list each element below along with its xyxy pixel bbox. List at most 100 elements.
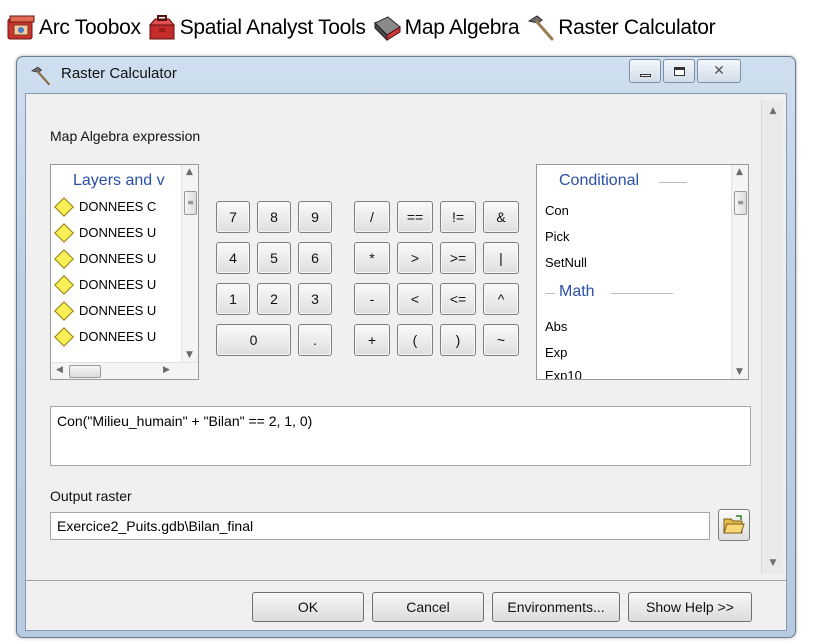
list-item[interactable]: DONNEES U xyxy=(53,222,156,243)
list-item[interactable]: DONNEES U xyxy=(53,274,156,295)
breadcrumb-label: Spatial Analyst Tools xyxy=(179,16,366,39)
key-5[interactable]: 5 xyxy=(257,242,291,274)
key-greater[interactable]: > xyxy=(397,242,433,274)
ok-button[interactable]: OK xyxy=(252,592,364,622)
expression-input[interactable]: Con("Milieu_humain" + "Bilan" == 2, 1, 0… xyxy=(50,406,751,466)
scroll-right-icon[interactable]: ▶ xyxy=(163,365,170,375)
minimize-button[interactable] xyxy=(629,59,661,83)
key-7[interactable]: 7 xyxy=(216,201,250,233)
breadcrumb-label: Arc Toobox xyxy=(39,16,141,39)
maximize-icon xyxy=(673,66,685,76)
key-not-equal[interactable]: != xyxy=(440,201,476,233)
key-plus[interactable]: + xyxy=(354,324,390,356)
key-2[interactable]: 2 xyxy=(257,283,291,315)
breadcrumb-item-map-algebra[interactable]: Map Algebra xyxy=(372,13,520,43)
scroll-thumb[interactable]: ≡ xyxy=(184,191,197,215)
hammer-icon xyxy=(30,66,50,86)
list-item[interactable]: DONNEES U xyxy=(53,326,156,347)
raster-layer-icon xyxy=(54,248,74,269)
close-icon: ✕ xyxy=(713,63,725,79)
key-open-paren[interactable]: ( xyxy=(397,324,433,356)
functions-group-header: Math xyxy=(559,283,595,300)
scroll-up-icon[interactable]: ▲ xyxy=(736,167,743,177)
cancel-button[interactable]: Cancel xyxy=(372,592,484,622)
window-title: Raster Calculator xyxy=(61,65,177,82)
raster-layer-icon xyxy=(54,300,74,321)
key-3[interactable]: 3 xyxy=(298,283,332,315)
group-separator xyxy=(611,293,673,294)
breadcrumb-item-arc-toolbox[interactable]: Arc Toobox xyxy=(6,13,141,43)
raster-layer-icon xyxy=(54,222,74,243)
show-help-button[interactable]: Show Help >> xyxy=(628,592,752,622)
list-item[interactable]: DONNEES U xyxy=(53,300,156,321)
key-4[interactable]: 4 xyxy=(216,242,250,274)
breadcrumb-item-raster-calculator[interactable]: Raster Calculator xyxy=(525,13,716,43)
minimize-icon xyxy=(639,74,651,77)
maximize-button[interactable] xyxy=(663,59,695,83)
key-or[interactable]: | xyxy=(483,242,519,274)
key-6[interactable]: 6 xyxy=(298,242,332,274)
dialog-vertical-scrollbar[interactable]: ▲ ▼ xyxy=(761,100,783,574)
raster-layer-icon xyxy=(54,326,74,347)
key-not[interactable]: ~ xyxy=(483,324,519,356)
close-button[interactable]: ✕ xyxy=(697,59,741,83)
scroll-down-icon[interactable]: ▼ xyxy=(186,350,193,360)
browse-button[interactable] xyxy=(718,509,750,541)
layers-list-header: Layers and v xyxy=(73,172,165,189)
key-less[interactable]: < xyxy=(397,283,433,315)
key-and[interactable]: & xyxy=(483,201,519,233)
toolbox-icon xyxy=(148,15,175,40)
key-1[interactable]: 1 xyxy=(216,283,250,315)
output-raster-input[interactable]: Exercice2_Puits.gdb\Bilan_final xyxy=(50,512,710,540)
key-divide[interactable]: / xyxy=(354,201,390,233)
key-less-equal[interactable]: <= xyxy=(440,283,476,315)
breadcrumb-label: Map Algebra xyxy=(404,16,520,39)
list-item[interactable]: Exp10 xyxy=(545,368,582,379)
arc-toolbox-icon xyxy=(7,15,35,40)
scroll-thumb[interactable] xyxy=(69,365,101,378)
list-item[interactable]: SetNull xyxy=(545,255,587,270)
output-raster-label: Output raster xyxy=(50,488,132,504)
group-separator xyxy=(545,293,555,294)
list-item[interactable]: Abs xyxy=(545,319,567,334)
layers-vertical-scrollbar[interactable]: ▲ ≡ ▼ xyxy=(181,165,198,362)
list-item[interactable]: Exp xyxy=(545,345,567,360)
key-equal[interactable]: == xyxy=(397,201,433,233)
functions-vertical-scrollbar[interactable]: ▲ ≡ ▼ xyxy=(731,165,748,379)
scroll-down-icon[interactable]: ▼ xyxy=(762,552,784,574)
list-item[interactable]: Con xyxy=(545,203,569,218)
key-minus[interactable]: - xyxy=(354,283,390,315)
environments-button[interactable]: Environments... xyxy=(492,592,620,622)
scroll-left-icon[interactable]: ◀ xyxy=(56,365,63,375)
layers-horizontal-scrollbar[interactable]: ◀ ▶ xyxy=(51,362,198,379)
list-item[interactable]: Pick xyxy=(545,229,570,244)
scroll-thumb[interactable]: ≡ xyxy=(734,191,747,215)
button-bar-divider xyxy=(26,580,786,581)
key-decimal[interactable]: . xyxy=(298,324,332,356)
scroll-up-icon[interactable]: ▲ xyxy=(186,167,193,177)
raster-calculator-window: Raster Calculator ✕ Map Algebra expressi… xyxy=(16,56,796,638)
key-9[interactable]: 9 xyxy=(298,201,332,233)
key-xor[interactable]: ^ xyxy=(483,283,519,315)
raster-layer-icon xyxy=(54,196,74,217)
key-8[interactable]: 8 xyxy=(257,201,291,233)
breadcrumb-item-spatial-analyst[interactable]: Spatial Analyst Tools xyxy=(147,13,366,43)
title-bar[interactable]: Raster Calculator ✕ xyxy=(17,57,795,93)
functions-list[interactable]: Conditional Con Pick SetNull Math Abs Ex… xyxy=(536,164,749,380)
hammer-icon xyxy=(527,15,554,41)
breadcrumb: Arc Toobox Spatial Analyst Tools Map Alg… xyxy=(6,8,721,48)
key-close-paren[interactable]: ) xyxy=(440,324,476,356)
list-item[interactable]: DONNEES U xyxy=(53,248,156,269)
scroll-down-icon[interactable]: ▼ xyxy=(736,367,743,377)
list-item[interactable]: DONNEES C xyxy=(53,196,156,217)
breadcrumb-label: Raster Calculator xyxy=(558,16,716,39)
toolset-icon xyxy=(373,16,401,42)
expression-label: Map Algebra expression xyxy=(50,128,201,144)
layers-list[interactable]: Layers and v DONNEES C DONNEES U DONNEES… xyxy=(50,164,199,380)
scroll-up-icon[interactable]: ▲ xyxy=(762,100,784,122)
key-0[interactable]: 0 xyxy=(216,324,291,356)
dialog-content: Map Algebra expression Layers and v DONN… xyxy=(36,102,759,574)
group-separator xyxy=(659,182,687,183)
key-multiply[interactable]: * xyxy=(354,242,390,274)
key-greater-equal[interactable]: >= xyxy=(440,242,476,274)
